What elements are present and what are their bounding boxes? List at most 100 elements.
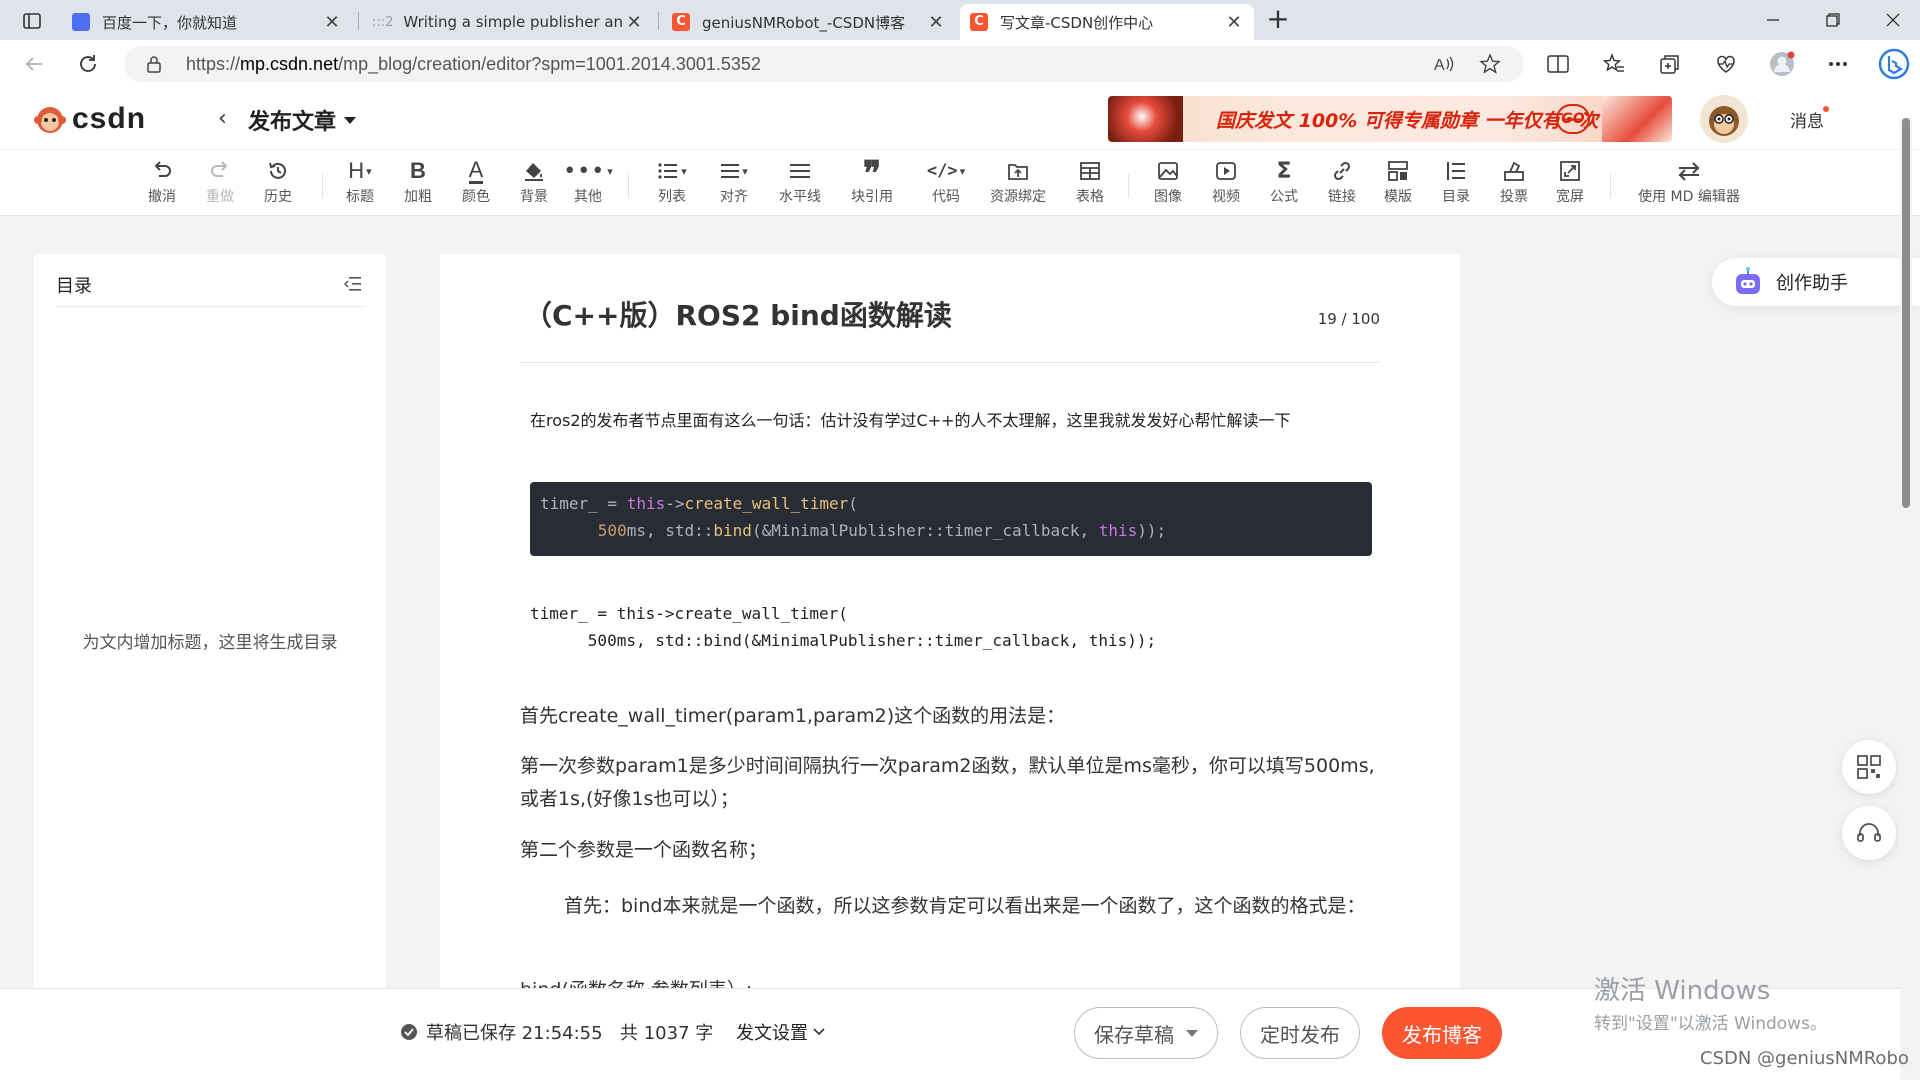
tab-divider (358, 12, 359, 30)
toolbar-horizontal-rule[interactable]: 水平线 (768, 156, 832, 212)
qr-code-icon (1857, 755, 1881, 779)
caret-down-icon[interactable] (1186, 1029, 1198, 1037)
browser-tab-ros-tutorial[interactable]: :::2 Writing a simple publisher and su ✕ (362, 4, 654, 40)
favorites-button[interactable] (1598, 48, 1630, 80)
tab-actions-button[interactable] (8, 6, 56, 36)
browser-tab-csdn-editor[interactable]: C 写文章-CSDN创作中心 ✕ (960, 4, 1254, 40)
toolbar-widescreen[interactable]: 宽屏 (1538, 156, 1602, 212)
toolbar-image[interactable]: 图像 (1136, 156, 1200, 212)
restore-button[interactable] (1805, 0, 1861, 40)
toolbar-vote[interactable]: 投票 (1482, 156, 1546, 212)
customer-service-button[interactable] (1842, 806, 1896, 860)
toolbar-switch-md-editor[interactable]: 使用 MD 编辑器 (1634, 156, 1744, 212)
toolbar-redo[interactable]: 重做 (188, 156, 252, 212)
toolbar-label: 历史 (264, 189, 292, 205)
heading-icon: H ▾ (348, 158, 372, 183)
paragraph-intro[interactable]: 在ros2的发布者节点里面有这么一句话：估计没有学过C++的人不太理解，这里我就… (530, 404, 1400, 437)
toolbar-bold[interactable]: B 加粗 (386, 156, 450, 212)
toolbar-list[interactable]: ▾ 列表 (640, 156, 704, 212)
tab-title: Writing a simple publisher and su (403, 13, 624, 31)
promo-go-button[interactable]: GO (1556, 104, 1590, 134)
publish-button[interactable]: 发布博客 (1382, 1007, 1502, 1059)
paragraph[interactable]: 首先create_wall_timer(param1,param2)这个函数的用… (520, 700, 1390, 733)
csdn-logo[interactable]: CSDN (34, 102, 146, 136)
toolbar-formula[interactable]: Σ 公式 (1252, 156, 1316, 212)
close-tab-icon[interactable]: ✕ (926, 12, 946, 33)
paragraph[interactable]: 首先：bind本来就是一个函数，所以这参数肯定可以看出来是一个函数了，这个函数的… (520, 890, 1390, 923)
split-screen-icon (1547, 55, 1569, 73)
background-icon (523, 156, 545, 186)
back-chevron-icon[interactable]: ‹ (218, 106, 227, 131)
user-avatar[interactable] (1700, 95, 1748, 143)
word-count: 共 1037 字 (620, 1023, 714, 1044)
windows-activation-notice: 激活 Windows 转到"设置"以激活 Windows。 (1594, 970, 1827, 1034)
toolbar-template[interactable]: 模版 (1366, 156, 1430, 212)
timed-publish-button[interactable]: 定时发布 (1240, 1007, 1360, 1059)
toolbar-blockquote[interactable]: ❞ 块引用 (840, 156, 904, 212)
activation-subtitle: 转到"设置"以激活 Windows。 (1594, 1014, 1827, 1034)
collections-button[interactable] (1654, 48, 1686, 80)
toolbar-more[interactable]: ••• ▾ 其他 (556, 156, 620, 212)
qr-code-button[interactable] (1842, 740, 1896, 794)
toolbar-label: 背景 (520, 189, 548, 205)
undo-icon (151, 156, 173, 186)
toolbar-align[interactable]: ▾ 对齐 (702, 156, 766, 212)
split-screen-button[interactable] (1542, 48, 1574, 80)
writing-assistant-button[interactable]: 创作助手 (1712, 258, 1920, 306)
copilot-button[interactable] (1874, 44, 1914, 84)
chevron-down-icon (813, 1028, 825, 1036)
code-block[interactable]: timer_ = this->create_wall_timer( 500ms,… (530, 482, 1372, 556)
toolbar-label: 其他 (574, 189, 602, 205)
toolbar-label: 表格 (1076, 189, 1104, 205)
refresh-icon (80, 55, 96, 72)
read-aloud-button[interactable]: A (1428, 48, 1460, 80)
close-tab-icon[interactable]: ✕ (1224, 12, 1244, 33)
minimize-button[interactable] (1745, 0, 1801, 40)
toolbar-font-color[interactable]: A 颜色 (444, 156, 508, 212)
toc-panel: 目录 为文内增加标题，这里将生成目录 (34, 254, 386, 990)
publish-article-menu[interactable]: 发布文章 (248, 104, 357, 136)
tab-title: 写文章-CSDN创作中心 (1000, 13, 1154, 32)
toolbar-undo[interactable]: 撤消 (130, 156, 194, 212)
toolbar-history[interactable]: 历史 (246, 156, 310, 212)
restore-icon (1826, 13, 1840, 27)
profile-button[interactable] (1766, 48, 1798, 80)
url-field[interactable]: https://mp.csdn.net/mp_blog/creation/edi… (124, 46, 1524, 82)
article-editor[interactable]: （C++版）ROS2 bind函数解读 19 / 100 在ros2的发布者节点… (440, 254, 1460, 990)
toolbar-resource[interactable]: 资源绑定 (986, 156, 1050, 212)
refresh-button[interactable] (72, 48, 104, 80)
toolbar-toc[interactable]: 目录 (1424, 156, 1488, 212)
scrollbar-thumb[interactable] (1902, 118, 1910, 508)
collapse-toc-button[interactable] (344, 276, 362, 292)
article-title-input[interactable]: （C++版）ROS2 bind函数解读 (524, 294, 952, 334)
page-scrollbar[interactable] (1900, 118, 1912, 1080)
save-draft-button[interactable]: 保存草稿 (1074, 1007, 1218, 1059)
title-char-counter: 19 / 100 (1317, 310, 1380, 328)
align-icon: ▾ (720, 156, 748, 186)
toolbar-video[interactable]: 视频 (1194, 156, 1258, 212)
messages-link[interactable]: 消息 (1790, 107, 1824, 132)
browser-essentials-button[interactable] (1710, 48, 1742, 80)
browser-tab-csdn-blog[interactable]: C geniusNMRobot_-CSDN博客 ✕ (662, 4, 956, 40)
new-tab-button[interactable]: + (1262, 4, 1294, 36)
toolbar-table[interactable]: 表格 (1058, 156, 1122, 212)
post-settings-dropdown[interactable]: 发文设置 (736, 1019, 826, 1045)
plain-code-text[interactable]: timer_ = this->create_wall_timer( 500ms,… (530, 600, 1156, 654)
toolbar-label: 水平线 (779, 189, 821, 205)
csdn-header: CSDN ‹ 发布文章 国庆发文 100% 可得专属勋章 一年仅有一次 GO 消… (0, 88, 1920, 150)
promo-banner[interactable]: 国庆发文 100% 可得专属勋章 一年仅有一次 GO (1108, 96, 1672, 142)
close-tab-icon[interactable]: ✕ (624, 12, 644, 33)
close-window-button[interactable] (1865, 0, 1920, 40)
toolbar-code[interactable]: </> ▾ 代码 (914, 156, 978, 212)
browser-tab-baidu[interactable]: 百度一下，你就知道 ✕ (62, 4, 352, 40)
settings-menu-button[interactable] (1822, 48, 1854, 80)
back-button[interactable] (18, 48, 50, 80)
paragraph[interactable]: 第一次参数param1是多少时间间隔执行一次param2函数，默认单位是ms毫秒… (520, 750, 1390, 816)
close-tab-icon[interactable]: ✕ (322, 12, 342, 33)
collapse-list-icon (344, 277, 361, 291)
toolbar-link[interactable]: 链接 (1310, 156, 1374, 212)
toolbar-label: 代码 (932, 189, 960, 205)
toolbar-heading[interactable]: H ▾ 标题 (328, 156, 392, 212)
paragraph[interactable]: 第二个参数是一个函数名称； (520, 834, 1390, 867)
favorite-button[interactable] (1474, 48, 1506, 80)
